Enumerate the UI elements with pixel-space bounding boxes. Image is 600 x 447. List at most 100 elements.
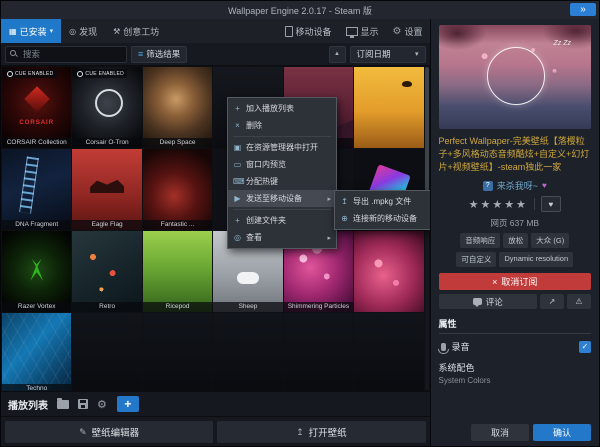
menu-item-send-to-mobile[interactable]: ▶发送至移动设备▸	[228, 190, 336, 207]
wallpaper-item[interactable]: Ricepod	[143, 231, 212, 312]
context-menu: +加入播放列表×删除 ▣在资源管理器中打开▭窗口内预览⌨分配热键▶发送至移动设备▸…	[227, 97, 337, 249]
system-colors-label: 系统配色	[439, 361, 591, 374]
wallpaper-item[interactable]: Deep Space	[143, 67, 212, 148]
type-size-label: 网页 637 MB	[439, 217, 591, 229]
menu-item-add-to-playlist[interactable]: +加入播放列表	[228, 100, 336, 117]
wallpaper-editor-label: 壁纸编辑器	[92, 425, 140, 439]
settings-label: 设置	[405, 25, 423, 38]
share-button[interactable]: ↗	[540, 294, 564, 309]
search-box[interactable]	[5, 46, 127, 63]
share-icon: ↗	[549, 297, 556, 306]
report-button[interactable]: ⚠	[567, 294, 591, 309]
wallpaper-title: DNA Fragment	[2, 220, 71, 230]
menu-item-connect-new-mobile[interactable]: ⊕连接新的移动设备	[335, 210, 430, 227]
cancel-button[interactable]: 取消	[471, 424, 529, 441]
menu-item-preview-in-window[interactable]: ▭窗口内预览	[228, 156, 336, 173]
save-playlist-icon[interactable]	[78, 399, 88, 409]
wallpaper-title: Corsair O-Tron	[72, 138, 141, 148]
menu-item-assign-hotkey[interactable]: ⌨分配热键	[228, 173, 336, 190]
create-folder-icon: +	[233, 216, 242, 225]
toolbar-spacer	[167, 19, 277, 43]
microphone-icon	[441, 343, 446, 351]
wallpaper-preview[interactable]: Zz Zz	[439, 25, 591, 129]
menu-separator	[233, 209, 331, 210]
menu-item-delete[interactable]: ×删除	[228, 117, 336, 134]
wallpaper-item[interactable]	[354, 313, 423, 391]
menu-item-open-in-explorer[interactable]: ▣在资源管理器中打开	[228, 139, 336, 156]
menu-item-create-folder[interactable]: +创建文件夹	[228, 212, 336, 229]
tag-chip: 放松	[503, 233, 528, 248]
favorite-button[interactable]: ♥	[541, 196, 561, 212]
scrollbar-thumb[interactable]	[425, 67, 429, 195]
open-wallpaper-button[interactable]: ↥ 打开壁纸	[217, 421, 425, 443]
wallpaper-item[interactable]	[213, 313, 282, 391]
cue-badge: CUE ENABLED	[4, 69, 57, 78]
wallpaper-title: Fantastic ...	[143, 220, 212, 230]
tag-chip: 音频响应	[460, 233, 500, 248]
playlist-settings-gear-icon[interactable]: ⚙	[97, 398, 107, 411]
author-link[interactable]: 来杀我呀~	[497, 179, 538, 192]
wallpaper-item[interactable]: Techno	[2, 313, 71, 391]
sort-select[interactable]: 订阅日期 ▾	[350, 46, 426, 63]
menu-item-export-mpkg[interactable]: ↥导出 .mpkg 文件	[335, 193, 430, 210]
playlist-label: 播放列表	[8, 397, 48, 412]
comments-button[interactable]: 评论	[439, 294, 537, 309]
moon-circle	[487, 47, 545, 105]
wallpaper-editor-button[interactable]: ✎ 壁纸编辑器	[5, 421, 213, 443]
system-colors-block[interactable]: 系统配色 System Colors	[439, 361, 591, 385]
recording-checkbox[interactable]: ✓	[579, 341, 591, 353]
star-rating[interactable]: ★★★★★	[469, 198, 528, 211]
tag-chip: Dynamic resolution	[499, 252, 573, 267]
tab-workshop[interactable]: ⚒ 创意工坊	[105, 19, 167, 43]
window-title: Wallpaper Engine 2.0.17 - Steam 版	[228, 4, 372, 17]
filter-bar: ≡ 筛选结果 ▲ 订阅日期 ▾	[1, 43, 430, 66]
wallpaper-item[interactable]	[143, 313, 212, 391]
recording-label: 录音	[452, 340, 470, 353]
settings-button[interactable]: ⚙ 设置	[386, 19, 430, 43]
tab-discover[interactable]: ◎ 发现	[61, 19, 105, 43]
send-to-mobile-icon: ▶	[233, 194, 242, 203]
discover-icon: ◎	[69, 27, 76, 36]
wallpaper-item[interactable]: CUE ENABLEDCORSAIRCORSAIR Collection	[2, 67, 71, 148]
submenu-arrow-icon: ▸	[327, 195, 331, 203]
workshop-icon: ⚒	[113, 27, 120, 36]
wallpaper-item[interactable]	[72, 313, 141, 391]
search-input[interactable]	[21, 48, 122, 60]
close-icon: ×	[492, 277, 497, 287]
sort-direction-button[interactable]: ▲	[329, 46, 346, 63]
search-icon	[10, 50, 18, 58]
wallpaper-item[interactable]: Fantastic ...	[143, 149, 212, 230]
filter-results-button[interactable]: ≡ 筛选结果	[131, 46, 187, 63]
wallpaper-item[interactable]: Razer Vortex	[2, 231, 71, 312]
confirm-button[interactable]: 确认	[533, 424, 591, 441]
display-button[interactable]: 显示	[339, 19, 386, 43]
wallpaper-engine-window: Wallpaper Engine 2.0.17 - Steam 版 » ▦ 已安…	[0, 0, 600, 447]
author-row: ? 来杀我呀~ ♥	[439, 179, 591, 192]
menu-item-view[interactable]: ◎查看▸	[228, 229, 336, 246]
mobile-devices-button[interactable]: 移动设备	[278, 19, 339, 43]
titlebar: Wallpaper Engine 2.0.17 - Steam 版 »	[1, 1, 599, 19]
heart-icon: ♥	[549, 200, 554, 209]
system-colors-sublabel: System Colors	[439, 376, 591, 385]
panel-toggle-button[interactable]: »	[570, 3, 596, 16]
filter-results-label: 筛选结果	[146, 48, 180, 60]
open-playlist-folder-icon[interactable]	[57, 400, 69, 409]
cue-badge: CUE ENABLED	[74, 69, 127, 78]
tab-installed[interactable]: ▦ 已安装 ▾	[1, 19, 61, 43]
wallpaper-item[interactable]	[354, 231, 423, 312]
delete-icon: ×	[233, 121, 242, 130]
wallpaper-item[interactable]: CUE ENABLED Corsair O-Tron	[72, 67, 141, 148]
mobile-devices-label: 移动设备	[296, 25, 332, 38]
thumb-overlay-text: CORSAIR	[2, 120, 71, 126]
wallpaper-item[interactable]	[284, 313, 353, 391]
wallpaper-item[interactable]: Retro	[72, 231, 141, 312]
wallpaper-item[interactable]	[354, 67, 423, 148]
wallpaper-item[interactable]: Eagle Flag	[72, 149, 141, 230]
sidebar-bottom-buttons: 取消 确认	[439, 424, 591, 441]
comment-row: 评论 ↗ ⚠	[439, 294, 591, 309]
unsubscribe-button[interactable]: × 取消订阅	[439, 273, 591, 290]
wallpaper-title: Razer Vortex	[2, 302, 71, 312]
unsubscribe-label: 取消订阅	[501, 275, 537, 288]
new-playlist-button[interactable]: +	[117, 396, 139, 412]
wallpaper-item[interactable]: DNA Fragment	[2, 149, 71, 230]
